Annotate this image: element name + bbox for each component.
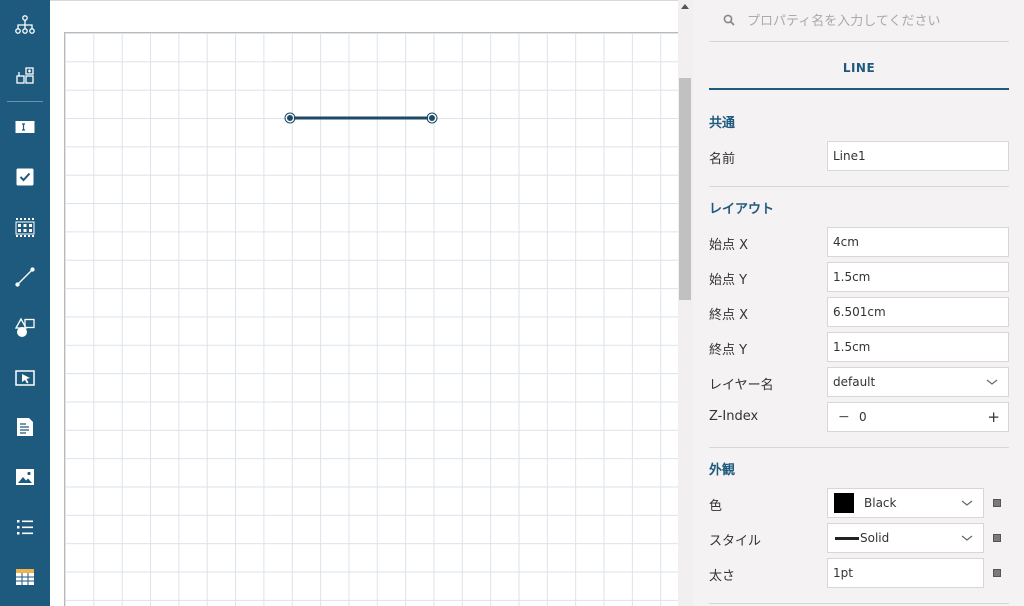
checkbox-tool[interactable] (0, 157, 50, 197)
start-x-field[interactable] (827, 227, 1009, 257)
line-style-sample (835, 536, 859, 540)
section-divider (709, 447, 1009, 448)
style-expression-button[interactable] (993, 534, 1001, 542)
start-y-input[interactable] (833, 270, 1008, 284)
width-label: 太さ (709, 569, 736, 584)
scroll-thumb[interactable] (679, 78, 691, 300)
textbox-icon (15, 121, 35, 133)
layer-select[interactable]: default (827, 367, 1009, 397)
table-tool[interactable] (0, 557, 50, 597)
start-x-label: 始点 X (709, 238, 749, 253)
end-y-field[interactable] (827, 332, 1009, 362)
chevron-down-icon (961, 535, 973, 541)
section-appearance-title: 外観 (709, 463, 736, 478)
color-expression-button[interactable] (993, 499, 1001, 507)
style-label: スタイル (709, 534, 762, 549)
end-y-input[interactable] (833, 340, 1008, 354)
name-input[interactable] (833, 149, 1008, 163)
end-x-label: 終点 X (709, 308, 749, 323)
search-icon (723, 14, 735, 26)
color-label: 色 (709, 499, 723, 514)
name-label: 名前 (709, 152, 736, 167)
start-x-input[interactable] (833, 235, 1008, 249)
design-canvas[interactable] (50, 0, 678, 606)
checkbox-icon (16, 168, 34, 186)
width-expression-button[interactable] (993, 569, 1001, 577)
textbox-tool[interactable] (0, 107, 50, 147)
image-icon (16, 469, 34, 485)
section-divider (709, 186, 1009, 187)
color-select[interactable]: Black (827, 488, 984, 518)
zindex-decrement-button[interactable]: − (838, 409, 850, 425)
style-select[interactable]: Solid (827, 523, 984, 553)
style-select-value: Solid (860, 531, 890, 545)
chevron-down-icon (961, 500, 973, 506)
line-end-handle[interactable] (428, 114, 436, 122)
select-area-icon (15, 370, 35, 386)
barcode-icon (15, 218, 35, 237)
zindex-stepper[interactable]: − 0 + (827, 402, 1009, 432)
zindex-label: Z-Index (709, 409, 759, 424)
table-icon (16, 569, 34, 585)
line-icon (15, 267, 35, 287)
report-page[interactable] (64, 32, 678, 606)
start-y-label: 始点 Y (709, 273, 748, 288)
document-tool[interactable] (0, 407, 50, 447)
layer-label: レイヤー名 (709, 378, 774, 393)
line-shape[interactable] (65, 33, 678, 606)
section-common-title: 共通 (709, 116, 736, 131)
name-field[interactable] (827, 141, 1009, 171)
tab-line[interactable]: LINE (709, 52, 1009, 90)
barcode-tool[interactable] (0, 207, 50, 247)
left-toolbar (0, 0, 50, 606)
canvas-top-edge (50, 0, 678, 1)
shapes-icon (14, 317, 35, 337)
section-layout-title: レイアウト (709, 202, 775, 217)
end-x-field[interactable] (827, 297, 1009, 327)
color-select-value: Black (864, 496, 897, 510)
hierarchy-tool[interactable] (0, 5, 50, 45)
hierarchy-icon (15, 15, 35, 34)
add-component-tool[interactable] (0, 56, 50, 96)
property-search-input[interactable] (747, 8, 997, 34)
color-swatch (834, 493, 854, 513)
panel-scrollbar[interactable] (678, 0, 693, 606)
layer-select-value: default (833, 375, 876, 389)
line-tool[interactable] (0, 257, 50, 297)
end-y-label: 終点 Y (709, 343, 748, 358)
chevron-down-icon (986, 379, 998, 385)
zindex-value: 0 (859, 410, 867, 424)
width-field[interactable] (827, 558, 984, 588)
line-start-handle[interactable] (286, 114, 294, 122)
start-y-field[interactable] (827, 262, 1009, 292)
end-x-input[interactable] (833, 305, 1008, 319)
scroll-up-arrow-icon[interactable] (681, 4, 689, 9)
list-icon (17, 520, 33, 535)
tab-line-label: LINE (842, 61, 876, 75)
shapes-tool[interactable] (0, 307, 50, 347)
property-panel: LINE 共通 名前 レイアウト 始点 X 始点 Y 終点 X 終点 Y レイヤ… (693, 0, 1024, 606)
width-input[interactable] (833, 566, 983, 580)
property-search (709, 0, 1009, 42)
select-area-tool[interactable] (0, 358, 50, 398)
list-tool[interactable] (0, 507, 50, 547)
section-divider (709, 603, 1009, 604)
add-component-icon (16, 67, 34, 84)
toolbar-divider (7, 101, 43, 102)
image-tool[interactable] (0, 457, 50, 497)
document-icon (17, 418, 33, 436)
zindex-increment-button[interactable]: + (987, 408, 1000, 426)
